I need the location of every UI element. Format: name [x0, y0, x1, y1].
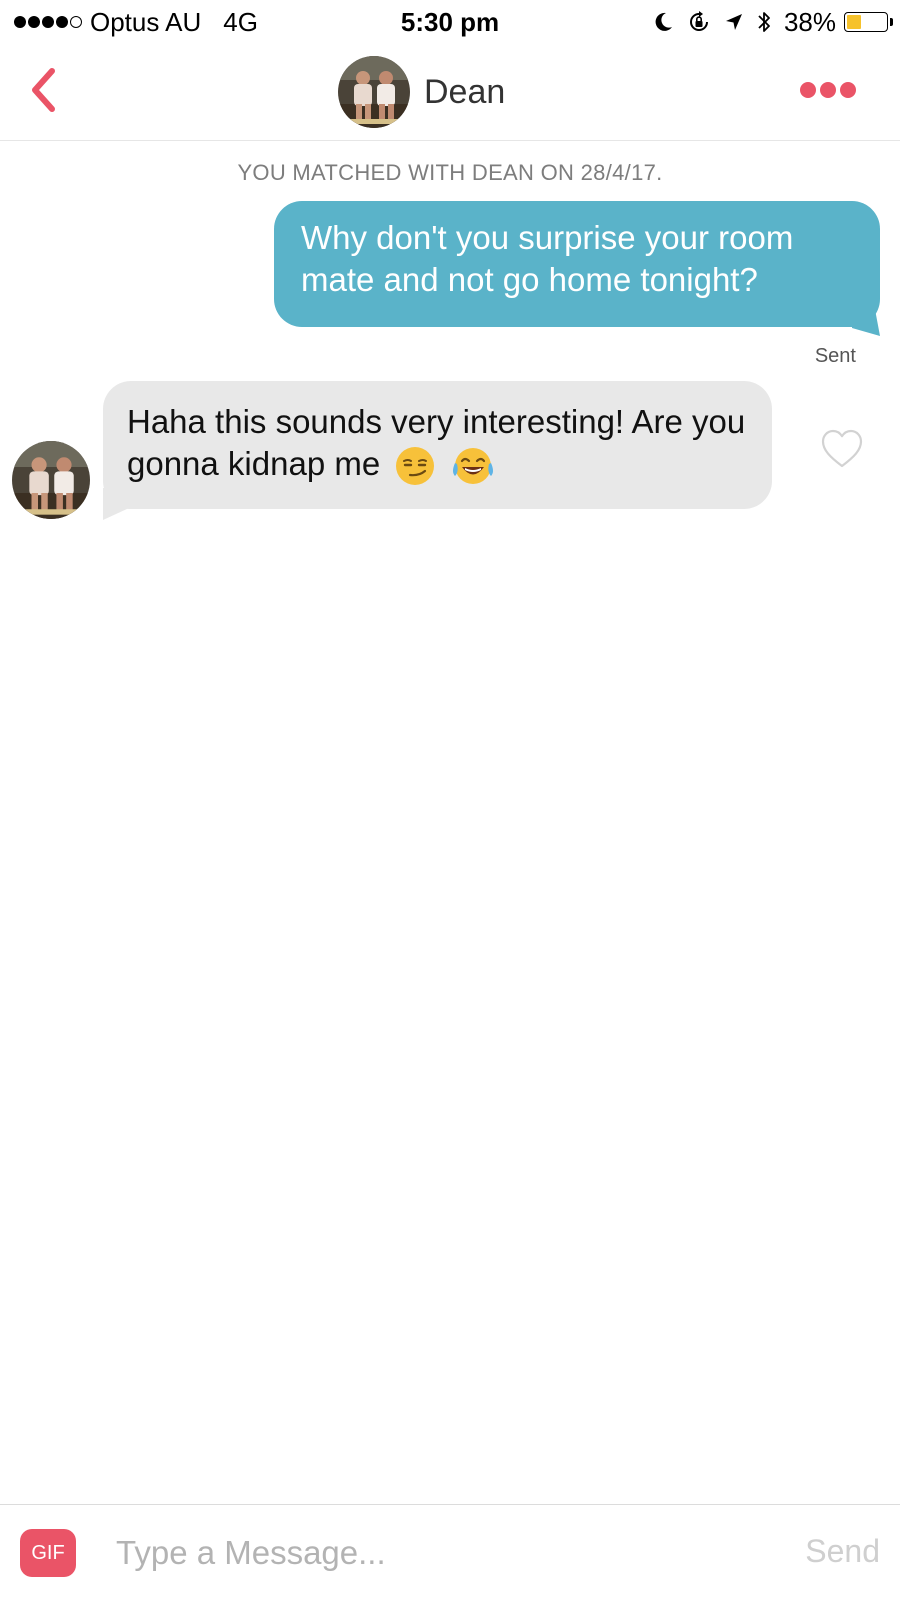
- chevron-left-icon: [32, 68, 55, 112]
- heart-icon: [821, 429, 863, 468]
- message-text: Haha this sounds very interesting! Are y…: [127, 403, 746, 482]
- smirk-emoji: [395, 446, 435, 486]
- send-button[interactable]: Send: [805, 1533, 880, 1570]
- moon-icon: [652, 11, 674, 33]
- incoming-message-bubble[interactable]: Haha this sounds very interesting! Are y…: [103, 381, 772, 509]
- more-options-button[interactable]: [796, 74, 856, 106]
- match-notice: YOU MATCHED WITH DEAN ON 28/4/17.: [237, 160, 663, 185]
- battery-icon: [844, 12, 893, 32]
- battery-percent: 38%: [783, 6, 836, 37]
- avatar[interactable]: [338, 56, 410, 128]
- more-dots-icon: [820, 82, 836, 98]
- back-button[interactable]: [18, 62, 74, 118]
- outgoing-message-bubble[interactable]: Why don't you surprise your room mate an…: [274, 201, 880, 327]
- message-composer: GIF Send: [0, 1504, 900, 1601]
- bubble-tail: [103, 488, 129, 520]
- gif-button[interactable]: GIF: [20, 1529, 76, 1577]
- chat-title[interactable]: Dean: [424, 73, 505, 112]
- match-profile-link[interactable]: Dean: [338, 56, 505, 128]
- more-dots-icon: [800, 82, 816, 98]
- status-right: 38%: [652, 6, 893, 38]
- battery-level: [847, 15, 862, 29]
- more-dots-icon: [840, 82, 856, 98]
- chat-header: Dean: [0, 44, 900, 141]
- battery-nub: [890, 18, 893, 26]
- message-status: Sent: [814, 345, 856, 367]
- tears-of-joy-emoji: [451, 446, 495, 486]
- status-bar: Optus AU 4G 5:30 pm 38%: [0, 0, 900, 44]
- like-message-button[interactable]: [820, 428, 864, 470]
- message-text: Why don't you surprise your room mate an…: [301, 219, 794, 298]
- bubble-tail: [852, 304, 880, 336]
- bluetooth-icon: [756, 9, 772, 35]
- location-arrow-icon: [724, 12, 744, 32]
- message-input[interactable]: [116, 1525, 756, 1581]
- rotation-lock-icon: [686, 9, 712, 35]
- avatar[interactable]: [12, 441, 90, 519]
